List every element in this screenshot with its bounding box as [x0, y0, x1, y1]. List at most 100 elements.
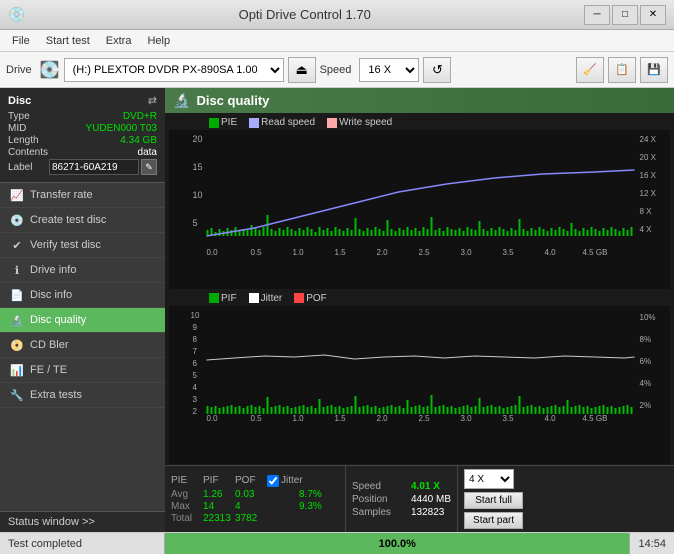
sidebar-item-transfer-rate[interactable]: 📈 Transfer rate: [0, 183, 165, 208]
samples-value: 132823: [411, 507, 444, 518]
disc-quality-header: 🔬 Disc quality: [165, 88, 674, 113]
save-button[interactable]: 💾: [640, 57, 668, 83]
minimize-button[interactable]: ─: [584, 5, 610, 25]
svg-text:15: 15: [193, 162, 203, 172]
sidebar-item-drive-info[interactable]: ℹ Drive info: [0, 258, 165, 283]
svg-text:2%: 2%: [640, 401, 652, 410]
bottom-chart-legend: PIF Jitter POF: [169, 291, 670, 306]
svg-text:2.5: 2.5: [419, 414, 431, 421]
nav-label-drive-info: Drive info: [30, 264, 76, 276]
jitter-checkbox[interactable]: [267, 475, 279, 487]
read-speed-legend-label: Read speed: [261, 117, 315, 128]
svg-text:8: 8: [193, 335, 198, 344]
label-input[interactable]: [49, 159, 139, 175]
main-layout: Disc ⇄ Type DVD+R MID YUDEN000 T03 Lengt…: [0, 88, 674, 532]
svg-text:5: 5: [193, 218, 198, 228]
sidebar-item-fe-te[interactable]: 📊 FE / TE: [0, 358, 165, 383]
mid-label: MID: [8, 123, 26, 134]
sidebar-nav: 📈 Transfer rate 💿 Create test disc ✔ Ver…: [0, 183, 165, 511]
bottom-chart-container: PIF Jitter POF 10 9 8 7 6 5: [169, 291, 670, 465]
contents-label: Contents: [8, 147, 48, 158]
disc-quality-title: Disc quality: [196, 93, 269, 108]
restore-button[interactable]: □: [612, 5, 638, 25]
close-button[interactable]: ✕: [640, 5, 666, 25]
status-window-button[interactable]: Status window >>: [0, 511, 165, 532]
sidebar-item-disc-info[interactable]: 📄 Disc info: [0, 283, 165, 308]
type-label: Type: [8, 111, 30, 122]
mid-value: YUDEN000 T03: [85, 123, 157, 134]
total-pif: 3782: [235, 513, 265, 524]
quality-speed-select[interactable]: 4 X: [464, 469, 514, 489]
menu-start-test[interactable]: Start test: [38, 33, 98, 49]
write-speed-legend-label: Write speed: [339, 117, 392, 128]
svg-text:4.5 GB: 4.5 GB: [583, 248, 608, 257]
pof-legend-label: POF: [306, 293, 327, 304]
menu-extra[interactable]: Extra: [98, 33, 140, 49]
sidebar-item-create-test-disc[interactable]: 💿 Create test disc: [0, 208, 165, 233]
svg-text:10: 10: [193, 190, 203, 200]
menu-help[interactable]: Help: [139, 33, 178, 49]
refresh-button[interactable]: ↺: [423, 57, 451, 83]
svg-text:1.0: 1.0: [293, 248, 305, 257]
eject-button[interactable]: ⏏: [288, 57, 316, 83]
length-value: 4.34 GB: [120, 135, 157, 146]
drive-select[interactable]: (H:) PLEXTOR DVDR PX-890SA 1.00: [64, 58, 284, 82]
max-pif: 4: [235, 501, 265, 512]
time-display: 14:54: [630, 538, 674, 550]
jitter-legend-label: Jitter: [261, 293, 283, 304]
type-value: DVD+R: [123, 111, 157, 122]
jitter-header: Jitter: [281, 475, 303, 486]
pof-stat-header: POF: [235, 475, 265, 486]
svg-text:20: 20: [193, 134, 203, 144]
nav-label-fe-te: FE / TE: [30, 364, 67, 376]
menu-file[interactable]: File: [4, 33, 38, 49]
clear-button[interactable]: 🧹: [576, 57, 604, 83]
verify-test-disc-icon: ✔: [10, 238, 24, 252]
disc-options-icon[interactable]: ⇄: [148, 94, 157, 107]
samples-label: Samples: [352, 507, 407, 518]
progress-text: 100.0%: [165, 538, 629, 550]
disc-section-title: Disc: [8, 95, 31, 107]
total-pie: 22313: [203, 513, 233, 524]
app-title: Opti Drive Control 1.70: [25, 7, 584, 22]
content-panel: 🔬 Disc quality PIE Read speed Write spee…: [165, 88, 674, 532]
svg-text:10: 10: [191, 311, 200, 320]
nav-label-disc-quality: Disc quality: [30, 314, 86, 326]
svg-text:7: 7: [193, 347, 198, 356]
start-full-button[interactable]: Start full: [464, 492, 523, 509]
label-label: Label: [8, 162, 32, 173]
avg-jitter: 8.7%: [299, 489, 339, 500]
window-controls: ─ □ ✕: [584, 5, 666, 25]
speed-select[interactable]: 16 X: [359, 58, 419, 82]
svg-text:4.0: 4.0: [545, 248, 557, 257]
pie-legend-color: [209, 118, 219, 128]
svg-text:3.5: 3.5: [503, 248, 515, 257]
speed-label-stat: Speed: [352, 481, 407, 492]
sidebar-item-cd-bler[interactable]: 📀 CD Bler: [0, 333, 165, 358]
pie-stat-header: PIE: [171, 475, 201, 486]
create-test-disc-icon: 💿: [10, 213, 24, 227]
progress-container: 100.0%: [165, 533, 630, 554]
svg-text:9: 9: [193, 323, 198, 332]
bottom-chart-svg: 10 9 8 7 6 5 4 3 2 10% 8% 6% 4% 2%: [169, 306, 670, 421]
start-part-button[interactable]: Start part: [464, 512, 523, 529]
status-text: Test completed: [0, 533, 165, 554]
info-button[interactable]: 📋: [608, 57, 636, 83]
bottom-status-bar: Test completed 100.0% 14:54: [0, 532, 674, 554]
sidebar-item-extra-tests[interactable]: 🔧 Extra tests: [0, 383, 165, 408]
sidebar-item-disc-quality[interactable]: 🔬 Disc quality: [0, 308, 165, 333]
pof-legend-color: [294, 293, 304, 303]
length-label: Length: [8, 135, 39, 146]
extra-tests-icon: 🔧: [10, 388, 24, 402]
avg-pif: 0.03: [235, 489, 265, 500]
nav-label-cd-bler: CD Bler: [30, 339, 69, 351]
nav-label-verify-test-disc: Verify test disc: [30, 239, 101, 251]
disc-quality-header-icon: 🔬: [173, 92, 190, 109]
svg-text:5: 5: [193, 371, 198, 380]
top-chart-legend: PIE Read speed Write speed: [169, 115, 670, 130]
svg-text:3.5: 3.5: [503, 414, 515, 421]
label-edit-button[interactable]: ✎: [141, 159, 157, 175]
sidebar-item-verify-test-disc[interactable]: ✔ Verify test disc: [0, 233, 165, 258]
svg-text:2.5: 2.5: [419, 248, 431, 257]
status-window-label: Status window >>: [8, 516, 95, 528]
